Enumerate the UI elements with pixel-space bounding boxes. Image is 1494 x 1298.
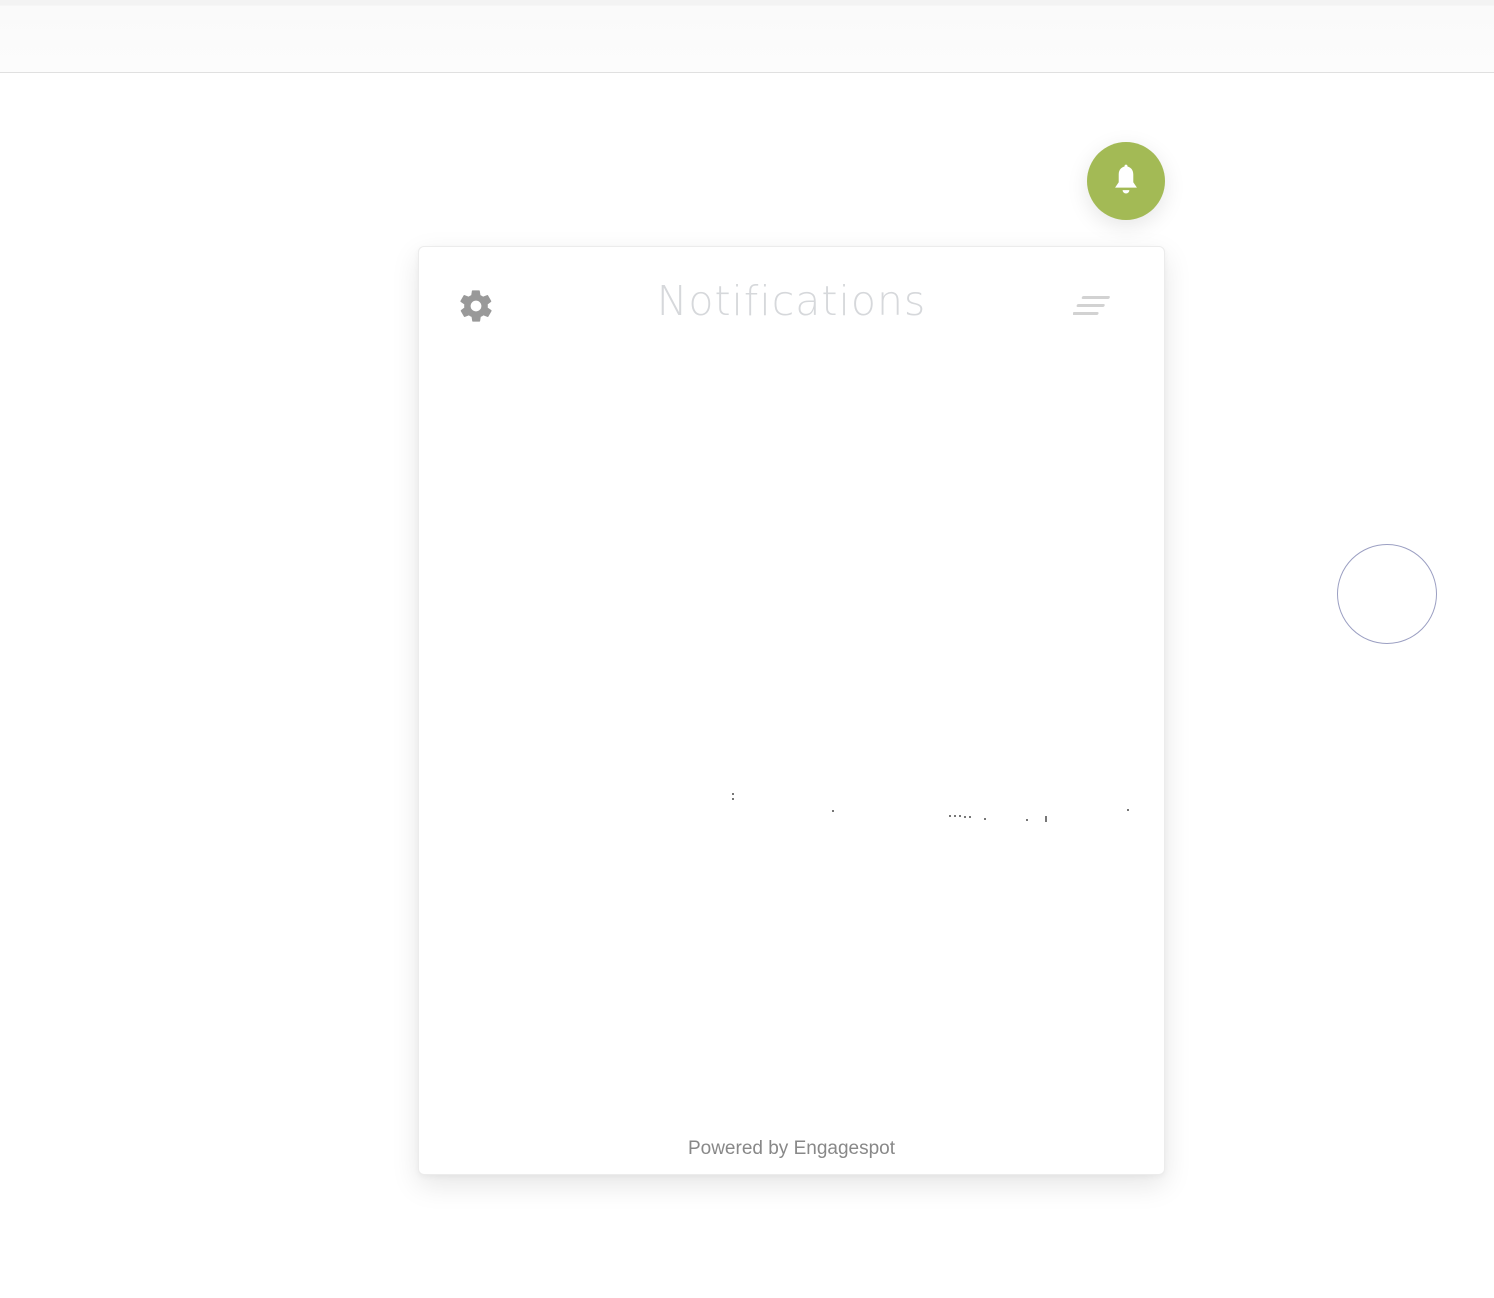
notification-bell-button[interactable]: [1087, 142, 1165, 220]
lines-icon: [1073, 296, 1110, 315]
notifications-panel: Notifications Powered by Engagespot: [418, 246, 1165, 1175]
bell-icon: [1115, 164, 1137, 194]
powered-by-footer[interactable]: Powered by Engagespot: [419, 1138, 1164, 1160]
notifications-list: [419, 365, 1164, 1125]
options-menu-button[interactable]: [1071, 291, 1115, 323]
top-bar: [0, 0, 1494, 73]
panel-title: Notifications: [656, 277, 927, 325]
loading-artifacts: [729, 785, 1169, 825]
floating-circle[interactable]: [1337, 544, 1437, 644]
panel-header: Notifications: [419, 247, 1164, 365]
